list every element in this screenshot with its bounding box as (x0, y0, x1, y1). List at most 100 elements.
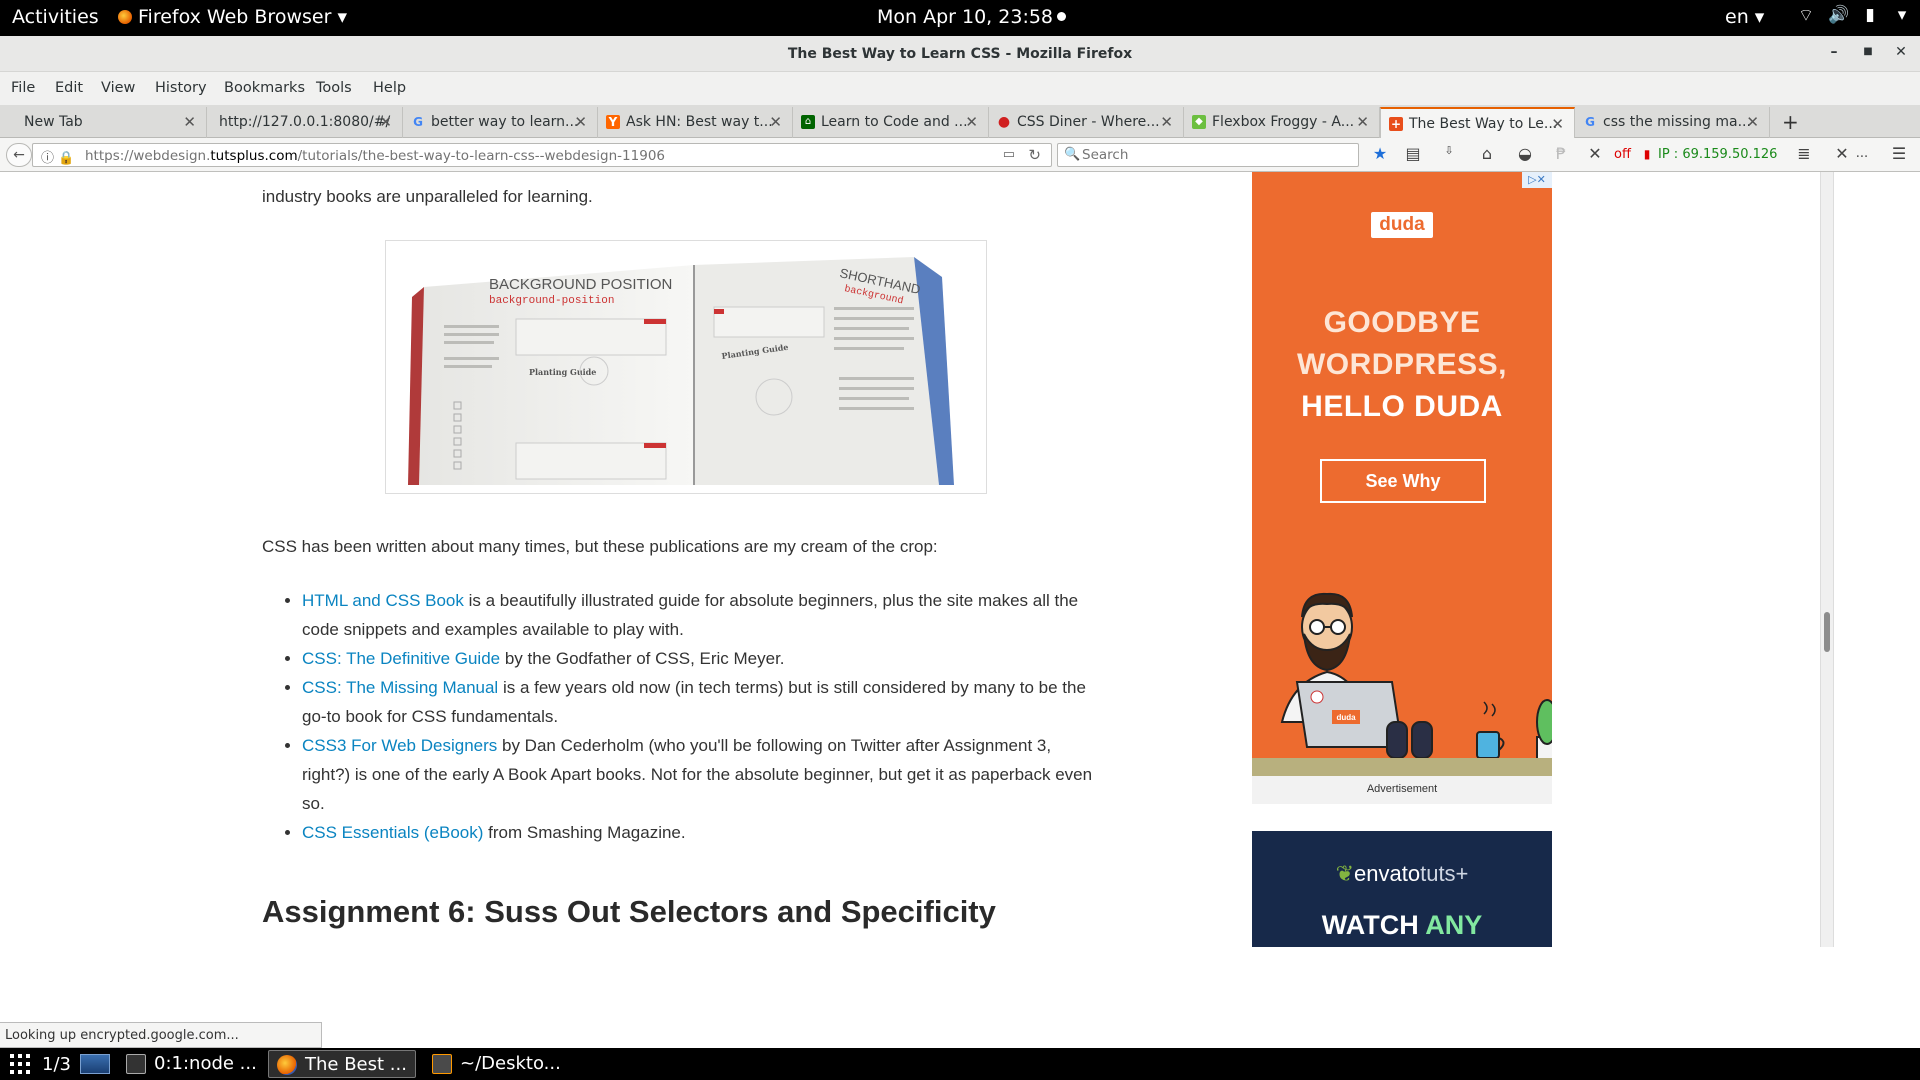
url-bar[interactable]: ⓘ 🔒 https://webdesign.tutsplus.com/tutor… (32, 143, 1052, 167)
language-menu[interactable]: en ▾ (1725, 6, 1764, 28)
tab-localhost[interactable]: http://127.0.0.1:8080/#/ ✕ (207, 107, 403, 138)
tab-label: better way to learn... (431, 114, 579, 130)
see-why-button[interactable]: See Why (1320, 459, 1486, 503)
css-diner-icon: ● (997, 114, 1011, 130)
book-description: by the Godfather of CSS, Eric Meyer. (500, 649, 785, 668)
envato-advertisement[interactable]: ❦envatotuts+ WATCH ANY (1252, 831, 1552, 947)
body-paragraph: CSS has been written about many times, b… (262, 537, 938, 556)
tab-label: Learn to Code and ... (821, 114, 968, 130)
tab-google-missing-manual[interactable]: G css the missing ma... ✕ (1575, 107, 1770, 138)
book-link[interactable]: CSS: The Missing Manual (302, 678, 498, 697)
tab-close-icon[interactable]: ✕ (769, 113, 782, 131)
menu-edit[interactable]: Edit (55, 80, 83, 96)
tab-close-icon[interactable]: ✕ (965, 113, 978, 131)
book-figure: BACKGROUND POSITION background-position … (385, 240, 987, 494)
site-info-icon[interactable]: ⓘ 🔒 (41, 147, 74, 166)
proxy-x-icon[interactable]: ✕ (1584, 144, 1606, 163)
firefox-icon (277, 1055, 297, 1075)
task-terminal[interactable]: 0:1:node ... (118, 1050, 268, 1078)
bookmark-star-icon[interactable]: ★ (1369, 144, 1391, 163)
downloads-icon[interactable]: ⇩ (1438, 144, 1460, 157)
menu-history[interactable]: History (155, 80, 207, 96)
scrollbar-thumb[interactable] (1824, 612, 1830, 652)
tab-google-search[interactable]: G better way to learn... ✕ (403, 107, 598, 138)
ip-address: IP : 69.159.50.126 (1658, 147, 1778, 162)
back-button[interactable]: ← (6, 143, 32, 167)
tab-flexbox-froggy[interactable]: ◆ Flexbox Froggy - A... ✕ (1184, 107, 1380, 138)
menu-tools[interactable]: Tools (316, 80, 352, 96)
wifi-icon: ⌔ (1798, 6, 1814, 26)
book-link[interactable]: HTML and CSS Book (302, 591, 464, 610)
extension-x-icon[interactable]: ✕ (1831, 144, 1853, 163)
page-content: industry books are unparalleled for lear… (0, 172, 1820, 947)
close-window-button[interactable]: ✕ (1891, 44, 1911, 64)
caret-down-icon: ▾ (337, 6, 347, 28)
book-link[interactable]: CSS Essentials (eBook) (302, 823, 483, 842)
reload-icon[interactable]: ↻ (1028, 146, 1041, 164)
bottom-taskbar: 1/3 0:1:node ... The Best ... ~/Deskto..… (0, 1048, 1920, 1080)
list-item: CSS: The Definitive Guide by the Godfath… (302, 644, 1102, 673)
tab-close-icon[interactable]: ✕ (1746, 113, 1759, 131)
reader-view-icon[interactable]: ▭ (1003, 147, 1015, 162)
tab-close-icon[interactable]: ✕ (379, 113, 392, 131)
workspace-indicator[interactable]: 1/3 (42, 1054, 71, 1075)
envato-logo-main: envato (1354, 861, 1421, 886)
pocket-icon[interactable]: ◒ (1514, 144, 1536, 163)
laptop-sticker: duda (1336, 713, 1356, 722)
tab-new-tab[interactable]: New Tab ✕ (0, 107, 207, 138)
home-icon[interactable]: ⌂ (1476, 144, 1498, 163)
menu-bookmarks[interactable]: Bookmarks (224, 80, 305, 96)
tab-css-diner[interactable]: ● CSS Diner - Where... ✕ (989, 107, 1184, 138)
system-tray[interactable]: ⌔ 🔊 ▮ ▾ (1796, 5, 1912, 27)
extension-icon[interactable]: ₱ (1550, 144, 1572, 163)
tab-close-icon[interactable]: ✕ (1160, 113, 1173, 131)
list-item: CSS Essentials (eBook) from Smashing Mag… (302, 818, 1102, 847)
tab-close-icon[interactable]: ✕ (1551, 115, 1564, 133)
envato-leaf-icon: ❦ (1335, 861, 1355, 886)
duda-logo: duda (1371, 212, 1433, 238)
ad-headline-line2: WORDPRESS, (1296, 348, 1508, 381)
window-titlebar: The Best Way to Learn CSS - Mozilla Fire… (0, 36, 1920, 72)
book-link[interactable]: CSS: The Definitive Guide (302, 649, 500, 668)
app-menu-label: Firefox Web Browser (138, 6, 332, 28)
duda-advertisement[interactable]: ▷✕ duda GOODBYE WORDPRESS, HELLO DUDA Se… (1252, 172, 1552, 776)
workspace-thumbnail[interactable] (80, 1054, 110, 1074)
tab-tutsplus-active[interactable]: + The Best Way to Le... ✕ (1380, 107, 1575, 138)
task-sublime[interactable]: ~/Deskto... (424, 1050, 574, 1078)
bookmarks-library-icon[interactable]: ▤ (1402, 144, 1424, 163)
maximize-button[interactable]: ■ (1858, 46, 1878, 66)
task-firefox[interactable]: The Best ... (268, 1050, 416, 1078)
clock[interactable]: Mon Apr 10, 23:58 (877, 6, 1067, 28)
tab-hacker-news[interactable]: Y Ask HN: Best way t... ✕ (598, 107, 793, 138)
menu-bar: File Edit View History Bookmarks Tools H… (0, 72, 1920, 105)
figure-subtitle: background-position (489, 295, 614, 307)
search-input[interactable] (1082, 146, 1352, 164)
tab-close-icon[interactable]: ✕ (574, 113, 587, 131)
window-title: The Best Way to Learn CSS - Mozilla Fire… (787, 46, 1133, 62)
minimize-button[interactable]: – (1824, 44, 1844, 64)
tab-label: New Tab (24, 114, 83, 130)
app-grid-icon[interactable] (10, 1054, 30, 1074)
menu-file[interactable]: File (11, 80, 35, 96)
menu-view[interactable]: View (101, 80, 135, 96)
task-label: 0:1:node ... (154, 1053, 257, 1074)
tab-freecodecamp[interactable]: ⌂ Learn to Code and ... ✕ (793, 107, 989, 138)
hamburger-menu-icon[interactable]: ☰ (1888, 144, 1910, 163)
activities-button[interactable]: Activities (12, 6, 99, 28)
sidebar-toggle-icon[interactable]: ≣ (1793, 144, 1815, 163)
url-text[interactable]: https://webdesign.tutsplus.com/tutorials… (85, 148, 665, 164)
book-link[interactable]: CSS3 For Web Designers (302, 736, 497, 755)
page-scrollbar[interactable] (1820, 172, 1834, 947)
tab-label: http://127.0.0.1:8080/#/ (219, 114, 391, 130)
new-tab-button[interactable]: + (1782, 110, 1799, 134)
adchoices-icon[interactable]: ▷✕ (1522, 172, 1552, 188)
app-menu[interactable]: Firefox Web Browser ▾ (118, 6, 347, 28)
book-photo: BACKGROUND POSITION background-position … (394, 247, 978, 487)
menu-help[interactable]: Help (373, 80, 406, 96)
tab-close-icon[interactable]: ✕ (1356, 113, 1369, 131)
search-bar[interactable]: 🔍 (1057, 143, 1359, 167)
tab-close-icon[interactable]: ✕ (183, 113, 196, 131)
toolbar-overflow[interactable]: ... (1851, 146, 1873, 161)
notification-dot-icon (1057, 12, 1067, 21)
open-book-illustration: BACKGROUND POSITION background-position … (408, 257, 954, 485)
